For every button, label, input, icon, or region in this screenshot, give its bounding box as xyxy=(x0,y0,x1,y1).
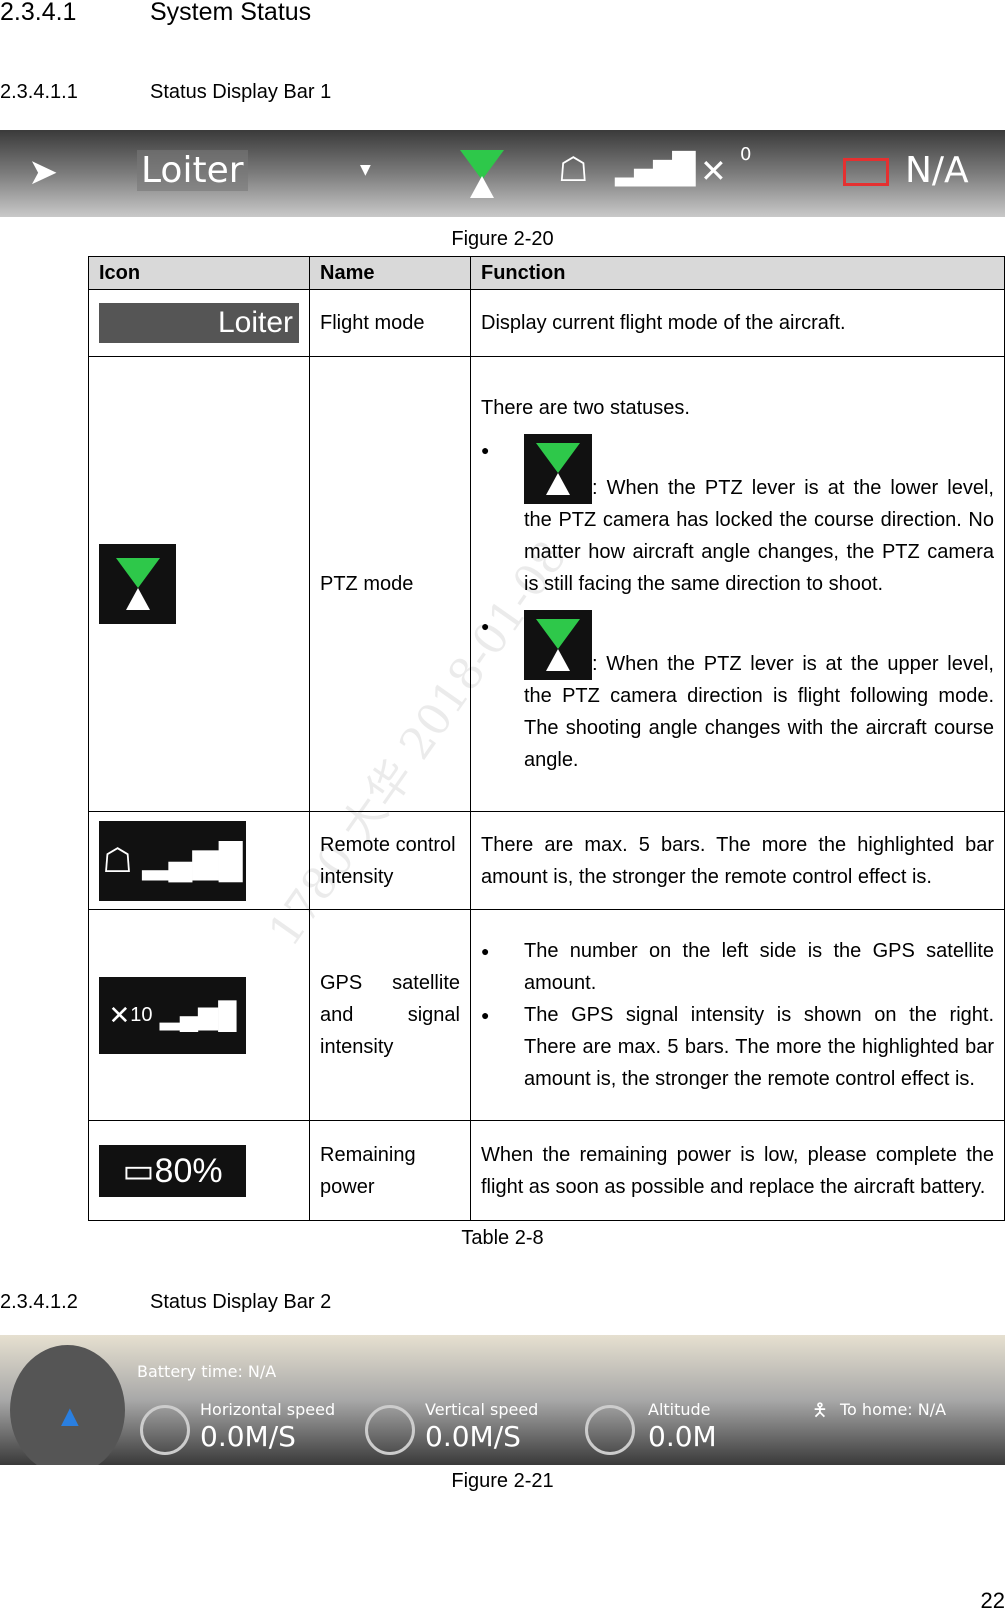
gauge-icon xyxy=(365,1405,415,1455)
gauge-icon xyxy=(585,1405,635,1455)
remote-control-icon: ☖ xyxy=(558,150,589,190)
figure-caption: Figure 2-20 xyxy=(451,228,554,250)
table-caption: Table 2-8 xyxy=(461,1227,544,1249)
table-row: ☖ ▂▄▆█ Remote control intensity There ar… xyxy=(88,811,1005,910)
ptz-icon xyxy=(99,544,176,624)
person-icon: 🯅 xyxy=(812,1400,828,1421)
status-bar-1-image: ➤ Loiter ▼ ☖ ▂▄▆█ ✕ 0 N/A xyxy=(0,130,1005,217)
flight-mode-icon: Loiter xyxy=(99,303,299,343)
gauge-icon xyxy=(140,1405,190,1455)
battery-icon: ▭ 80% xyxy=(99,1144,246,1197)
gps-satellite-icon: ✕ 10 ▂▄▆█ xyxy=(99,976,246,1054)
compass-icon: ▲ xyxy=(10,1345,125,1465)
battery-icon xyxy=(843,158,889,186)
table-row: ✕ 10 ▂▄▆█ GPS satellite and signal intens… xyxy=(88,909,1005,1121)
subsection-heading-1: 2.3.4.1.1 Status Display Bar 1 xyxy=(0,81,332,103)
satellite-icon: ✕ xyxy=(700,152,727,190)
signal-bars-icon: ▂▄▆█ xyxy=(615,152,695,187)
page-number: 22 xyxy=(980,1588,1005,1613)
table-row: Loiter Flight mode Display current fligh… xyxy=(88,289,1005,357)
subsection-heading-2: 2.3.4.1.2 Status Display Bar 2 xyxy=(0,1291,332,1313)
status-table: Icon Name Function Loiter Flight mode Disp… xyxy=(88,256,1005,1221)
ptz-icon xyxy=(460,150,504,198)
status-bar-2-image: ▲ Battery time: N/A Horizontal speed 0.0… xyxy=(0,1335,1005,1465)
navigation-arrow-icon: ➤ xyxy=(28,152,59,193)
section-heading: 2.3.4.1 System Status xyxy=(0,0,312,26)
figure-caption: Figure 2-21 xyxy=(451,1470,554,1492)
dropdown-icon: ▼ xyxy=(360,162,371,178)
flight-mode-text: Loiter xyxy=(137,150,248,191)
table-row: ▭ 80% Remaining power When the remaining … xyxy=(88,1120,1005,1221)
ptz-locked-icon xyxy=(524,434,592,504)
remote-control-intensity-icon: ☖ ▂▄▆█ xyxy=(99,820,246,901)
